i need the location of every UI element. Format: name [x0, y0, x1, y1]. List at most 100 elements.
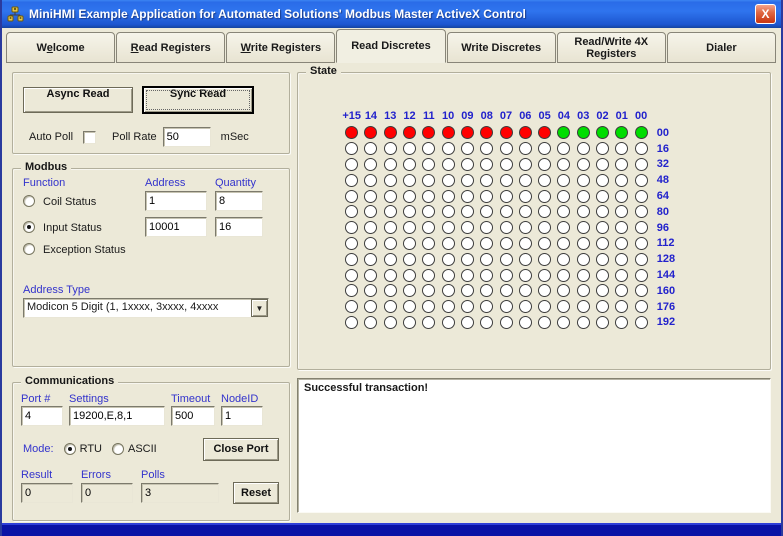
tab-read-discretes[interactable]: Read Discretes	[336, 29, 446, 63]
tab-bar: Welcome Read Registers Write Registers Read…	[2, 29, 781, 63]
led-indicator-off	[345, 268, 359, 282]
function-column-label: Function	[23, 177, 66, 190]
dropdown-arrow-icon[interactable]: ▼	[251, 299, 268, 318]
reset-button[interactable]: Reset	[233, 481, 279, 504]
led-row-label: 192	[656, 316, 676, 329]
led-indicator-on-green	[596, 126, 609, 140]
led-indicator-off	[441, 157, 455, 171]
led-indicator-off	[364, 189, 378, 203]
led-row-96: 96	[342, 220, 770, 236]
led-indicator-off	[480, 268, 494, 282]
close-port-button[interactable]: Close Port	[203, 437, 279, 461]
led-indicator-off	[518, 300, 532, 314]
tab-read-registers[interactable]: Read Registers	[116, 32, 226, 63]
led-indicator-off	[364, 284, 378, 298]
led-indicator-off	[460, 221, 474, 235]
coil-status-address-input[interactable]	[145, 191, 207, 212]
led-indicator-off	[480, 157, 494, 171]
nodeid-label: NodeID	[221, 392, 259, 405]
bit-column-header: 10	[442, 110, 455, 122]
led-indicator-off	[383, 189, 397, 203]
timeout-input[interactable]	[171, 405, 215, 426]
errors-label: Errors	[81, 468, 111, 481]
address-column-label: Address	[145, 177, 186, 190]
led-indicator-off	[518, 315, 532, 329]
async-read-button[interactable]: Async Read	[23, 87, 133, 113]
led-indicator-off	[518, 189, 532, 203]
led-indicator-off	[383, 252, 397, 266]
led-indicator-off	[422, 205, 436, 219]
led-indicator-off	[499, 300, 513, 314]
led-indicator-off	[460, 236, 474, 250]
close-button[interactable]: X	[755, 4, 776, 24]
tab-write-discretes[interactable]: Write Discretes	[446, 32, 556, 63]
led-indicator-off	[460, 189, 474, 203]
led-indicator-on-red	[538, 126, 552, 140]
tab-dialer[interactable]: Dialer	[666, 32, 776, 63]
led-indicator-off	[441, 173, 455, 187]
led-indicator-off	[383, 157, 397, 171]
input-status-address-input[interactable]	[145, 217, 207, 238]
led-indicator-off	[345, 284, 359, 298]
transaction-log[interactable]: Successful transaction!	[297, 378, 771, 513]
settings-input[interactable]	[69, 405, 165, 426]
led-row-144: 144	[342, 267, 770, 283]
led-indicator-off	[615, 236, 629, 250]
led-indicator-off	[634, 142, 648, 156]
nodeid-input[interactable]	[221, 405, 263, 426]
led-row-label: 160	[656, 284, 676, 297]
right-panel: State +15 14 13 12 11 10 09 08 07 06 05 04 03 02 01 00 0…	[297, 65, 771, 521]
radio-label-coil-status: Coil Status	[40, 195, 97, 208]
led-indicator-off	[383, 173, 397, 187]
led-indicator-off	[596, 142, 609, 156]
led-row-label: 96	[656, 221, 669, 234]
auto-poll-checkbox[interactable]	[83, 130, 97, 144]
mode-radio-rtu[interactable]	[63, 443, 76, 456]
led-indicator-off	[538, 268, 552, 282]
led-row-160: 160	[342, 283, 770, 299]
input-status-quantity-input[interactable]	[215, 217, 263, 238]
led-indicator-off	[557, 315, 571, 329]
led-indicator-off	[576, 315, 590, 329]
led-indicator-on-green	[576, 126, 590, 140]
led-indicator-off	[364, 205, 378, 219]
polls-label: Polls	[141, 468, 165, 481]
led-indicator-off	[557, 173, 571, 187]
led-indicator-off	[499, 236, 513, 250]
coil-status-quantity-input[interactable]	[215, 191, 263, 212]
bit-column-header: 06	[519, 110, 532, 122]
led-indicator-off	[557, 300, 571, 314]
communications-group: Communications Port # Settings Timeout N…	[12, 374, 290, 521]
mode-radio-label-rtu: RTU	[79, 443, 102, 456]
tab-welcome[interactable]: Welcome	[6, 32, 116, 63]
poll-rate-input[interactable]	[162, 127, 211, 147]
radio-exception-status[interactable]	[23, 243, 35, 256]
led-indicator-off	[441, 252, 455, 266]
led-indicator-off	[499, 205, 513, 219]
poll-rate-unit-label: mSec	[220, 131, 249, 143]
led-indicator-off	[403, 205, 417, 219]
led-indicator-off	[364, 268, 378, 282]
tab-write-registers[interactable]: Write Registers	[226, 32, 336, 63]
led-row-176: 176	[342, 299, 770, 315]
mode-radio-ascii[interactable]	[112, 443, 124, 456]
address-type-dropdown[interactable]: Modicon 5 Digit (1, 1xxxx, 3xxxx, 4xxxx …	[23, 298, 269, 319]
led-indicator-off	[499, 157, 513, 171]
led-indicator-off	[557, 252, 571, 266]
sync-read-button[interactable]: Sync Read	[143, 87, 253, 113]
led-indicator-off	[345, 189, 359, 203]
mode-radio-label-ascii: ASCII	[128, 443, 157, 456]
led-indicator-off	[345, 205, 359, 219]
led-indicator-off	[403, 252, 417, 266]
result-label: Result	[21, 468, 53, 481]
led-indicator-off	[596, 284, 609, 298]
radio-coil-status[interactable]	[23, 194, 35, 207]
port-input[interactable]	[21, 405, 63, 426]
tab-read-write-4x-registers[interactable]: Read/Write 4X Registers	[556, 32, 666, 63]
led-indicator-off	[422, 189, 436, 203]
led-indicator-off	[441, 205, 455, 219]
radio-input-status[interactable]	[23, 220, 35, 233]
led-indicator-off	[518, 236, 532, 250]
led-indicator-off	[576, 157, 590, 171]
led-indicator-off	[576, 268, 590, 282]
